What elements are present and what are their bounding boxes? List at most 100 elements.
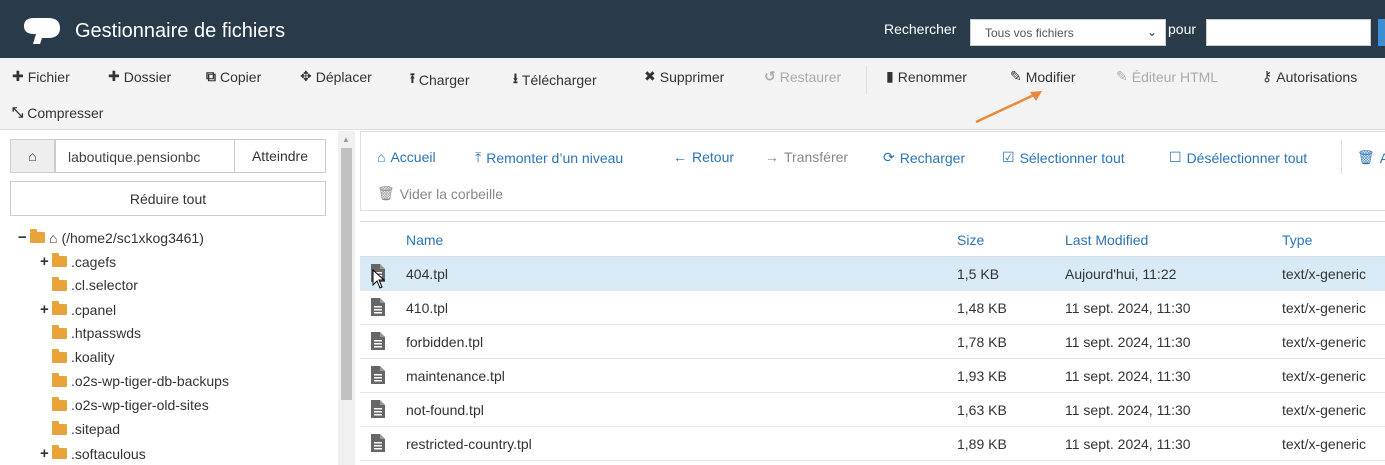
toolbar-divider (866, 66, 867, 94)
folder-icon (52, 396, 67, 411)
restore-button[interactable]: ↺ Restaurer (764, 68, 841, 85)
tree-item-sitepad[interactable]: .sitepad (52, 420, 120, 437)
column-modified-header[interactable]: Last Modified (1065, 232, 1148, 248)
nav-up-label: Remonter d’un niveau (486, 149, 624, 166)
tree-item-htpasswds[interactable]: .htpasswds (52, 324, 141, 341)
search-input[interactable] (1206, 19, 1371, 46)
column-size-header[interactable]: Size (957, 232, 984, 248)
scroll-up-icon[interactable]: ▲ (342, 135, 350, 144)
deselect-all-label: Désélectionner tout (1186, 149, 1308, 166)
tree-item-label: .o2s-wp-tiger-db-backups (71, 373, 229, 389)
table-row[interactable]: restricted-country.tpl 1,89 KB 11 sept. … (360, 427, 1385, 461)
home-icon: ⌂ (28, 148, 37, 164)
view-trash-button[interactable]: 🗑Af (1357, 149, 1385, 166)
compress-button[interactable]: ⤡ Compresser (12, 104, 103, 121)
home-button[interactable]: ⌂ (10, 139, 55, 173)
file-name[interactable]: 404.tpl (406, 266, 448, 282)
table-row[interactable]: 404.tpl 1,5 KB Aujourd'hui, 11:22 text/x… (360, 257, 1385, 291)
tree-item-cagefs[interactable]: + .cagefs (40, 253, 116, 270)
move-button[interactable]: ✥ Déplacer (300, 68, 372, 85)
new-file-label: Fichier (27, 68, 70, 85)
file-modified: 11 sept. 2024, 11:30 (1065, 402, 1191, 418)
checkbox-empty-icon: ☐ (1169, 149, 1182, 165)
search-scope-select[interactable]: Tous vos fichiers ⌄ (970, 19, 1166, 46)
nav-forward-button[interactable]: → Transférer (765, 149, 848, 165)
tree-item-label: (/home2/sc1xkog3461) (61, 229, 204, 246)
nav-reload-button[interactable]: ⟳ Recharger (883, 149, 965, 166)
upload-button[interactable]: ⭱ Charger (410, 68, 470, 92)
deselect-all-button[interactable]: ☐ Désélectionner tout (1169, 149, 1307, 166)
expand-icon[interactable]: + (40, 253, 52, 270)
nav-back-button[interactable]: ← Retour (673, 149, 734, 165)
folder-icon (52, 324, 67, 339)
tree-item-root[interactable]: − ⌂ (/home2/sc1xkog3461) (18, 229, 204, 246)
close-icon: ✖ (644, 68, 656, 84)
empty-trash-button[interactable]: 🗑 Vider la corbeille (377, 185, 503, 202)
tree-item-koality[interactable]: .koality (52, 348, 115, 365)
tree-item-cpanel[interactable]: + .cpanel (40, 301, 116, 318)
tree-item-cl-selector[interactable]: .cl.selector (52, 276, 138, 293)
edit-button[interactable]: ✎ Modifier (1010, 68, 1076, 85)
trash-icon: 🗑 (1357, 149, 1375, 165)
table-row[interactable]: not-found.tpl 1,63 KB 11 sept. 2024, 11:… (360, 393, 1385, 427)
table-row[interactable]: 410.tpl 1,48 KB 11 sept. 2024, 11:30 tex… (360, 291, 1385, 325)
rename-button[interactable]: ▮ Renommer (886, 68, 967, 85)
tree-item-softaculous[interactable]: + .softaculous (40, 445, 146, 462)
download-label: Télécharger (521, 72, 597, 88)
view-trash-label: Af (1379, 149, 1385, 166)
expand-icon[interactable]: + (40, 301, 52, 318)
search-go-button[interactable] (1378, 19, 1385, 46)
path-input[interactable]: laboutique.pensionbc (55, 139, 235, 173)
for-label: pour (1168, 21, 1197, 37)
compress-label: Compresser (27, 104, 104, 121)
table-row[interactable]: maintenance.tpl 1,93 KB 11 sept. 2024, 1… (360, 359, 1385, 393)
file-type: text/x-generic (1282, 436, 1367, 452)
nav-back-label: Retour (692, 149, 735, 165)
file-name[interactable]: maintenance.tpl (406, 368, 505, 384)
nav-home-button[interactable]: ⌂ Accueil (377, 149, 436, 165)
expand-icon[interactable]: + (40, 445, 52, 462)
file-modified: 11 sept. 2024, 11:30 (1065, 368, 1191, 384)
arrow-left-icon: ← (673, 149, 687, 165)
nav-divider (1341, 140, 1342, 174)
delete-button[interactable]: ✖ Supprimer (644, 68, 724, 85)
compress-icon: ⤡ (12, 104, 24, 120)
download-button[interactable]: ⭳ Télécharger (513, 68, 597, 92)
tree-item-o2s-db-backups[interactable]: .o2s-wp-tiger-db-backups (52, 372, 229, 389)
column-type-header[interactable]: Type (1282, 232, 1312, 248)
file-size: 1,63 KB (957, 402, 1007, 418)
search-label: Rechercher (884, 21, 957, 37)
permissions-button[interactable]: ⚷ Autorisations (1262, 68, 1357, 85)
select-all-button[interactable]: ☑ Sélectionner tout (1002, 149, 1125, 166)
tree-item-o2s-old-sites[interactable]: .o2s-wp-tiger-old-sites (52, 396, 209, 413)
directory-tree-panel: ⌂ laboutique.pensionbc Atteindre Réduire… (0, 131, 338, 465)
file-name[interactable]: forbidden.tpl (406, 334, 483, 350)
file-name[interactable]: 410.tpl (406, 300, 448, 316)
new-file-button[interactable]: ✚ Fichier (12, 68, 70, 85)
copy-button[interactable]: ⧉ Copier (206, 68, 261, 85)
checkbox-checked-icon: ☑ (1002, 149, 1015, 165)
download-icon: ⭳ (513, 70, 518, 86)
trash-icon: 🗑 (377, 185, 395, 201)
scroll-thumb[interactable] (341, 148, 352, 400)
delete-label: Supprimer (659, 68, 725, 85)
left-panel-scrollbar[interactable]: ▲ (338, 131, 355, 465)
file-modified: 11 sept. 2024, 11:30 (1065, 436, 1191, 452)
new-folder-button[interactable]: ✚ Dossier (108, 68, 171, 85)
table-row[interactable]: forbidden.tpl 1,78 KB 11 sept. 2024, 11:… (360, 325, 1385, 359)
goto-button[interactable]: Atteindre (234, 139, 326, 173)
nav-up-button[interactable]: ⤒ Remonter d’un niveau (475, 149, 623, 166)
file-text-icon (371, 332, 385, 350)
file-name[interactable]: restricted-country.tpl (406, 436, 532, 452)
collapse-all-button[interactable]: Réduire tout (10, 181, 326, 216)
tree-item-label: .cagefs (71, 253, 117, 270)
file-name[interactable]: not-found.tpl (406, 402, 484, 418)
html-editor-button[interactable]: ✎ Éditeur HTML (1116, 68, 1218, 85)
folder-icon (52, 445, 67, 459)
nav-home-label: Accueil (390, 149, 436, 165)
cpanel-logo[interactable] (20, 14, 68, 46)
file-text-icon (371, 366, 385, 384)
column-name-header[interactable]: Name (406, 232, 443, 248)
collapse-icon[interactable]: − (18, 229, 30, 246)
key-icon: ⚷ (1262, 68, 1273, 84)
